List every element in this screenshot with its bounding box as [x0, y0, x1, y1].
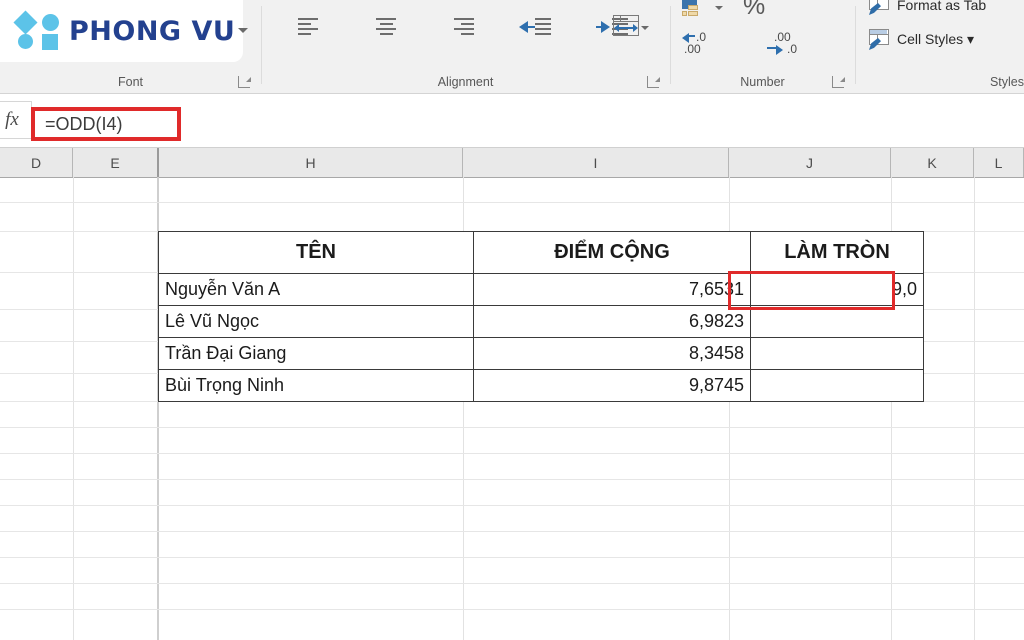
table-row: Nguyễn Văn A 7,6531 9,0 — [158, 273, 924, 306]
font-dialog-launcher-icon[interactable] — [238, 76, 251, 88]
gridline-horizontal — [0, 557, 1024, 558]
fx-label: fx — [5, 109, 19, 130]
cell-ten[interactable]: Bùi Trọng Ninh — [158, 369, 474, 402]
phong-vu-logo-mark-icon — [13, 10, 61, 51]
cell-ten[interactable]: Lê Vũ Ngọc — [158, 305, 474, 338]
group-label-alignment: Alignment — [437, 75, 494, 89]
gridline-horizontal — [0, 453, 1024, 454]
table-header-ten[interactable]: TÊN — [158, 231, 474, 274]
format-as-table-icon — [867, 0, 891, 15]
merge-and-center-icon[interactable] — [613, 15, 639, 36]
gridline-horizontal — [0, 202, 1024, 203]
decrease-indent-icon[interactable] — [519, 16, 553, 38]
insert-function-button[interactable]: fx — [0, 101, 32, 139]
align-right-icon[interactable] — [451, 16, 477, 38]
gridline-horizontal — [0, 479, 1024, 480]
column-header-h[interactable]: H — [159, 148, 463, 177]
number-dialog-launcher-icon[interactable] — [832, 76, 845, 88]
ribbon-group-number: % ’ .0 .00 .00 .0 Number — [670, 0, 855, 93]
phong-vu-logo: PHONG VU — [0, 0, 243, 62]
cell-lam-tron[interactable] — [750, 369, 924, 402]
cell-diem-cong[interactable]: 7,6531 — [473, 273, 751, 306]
table-header-lam-tron[interactable]: LÀM TRÒN — [750, 231, 924, 274]
cell-lam-tron[interactable]: 9,0 — [750, 273, 924, 306]
gridline-horizontal — [0, 505, 1024, 506]
table-row: Trần Đại Giang 8,3458 — [158, 337, 924, 370]
ribbon-group-styles: Format as Tab Cell Styles ▾ Styles — [855, 0, 1024, 93]
data-table: TÊN ĐIỂM CỘNG LÀM TRÒN Nguyễn Văn A 7,65… — [158, 231, 924, 402]
align-left-icon[interactable] — [295, 16, 321, 38]
align-center-icon[interactable] — [373, 16, 399, 38]
table-row: Lê Vũ Ngọc 6,9823 — [158, 305, 924, 338]
excel-window: Font Alignment % ’ .0 .00 .00 .0 Number … — [0, 0, 1024, 640]
group-label-number: Number — [740, 75, 785, 89]
group-label-styles: Styles — [989, 75, 1024, 89]
format-as-table-button[interactable]: Format as Tab — [867, 0, 986, 15]
gridline-horizontal — [0, 583, 1024, 584]
ribbon: Font Alignment % ’ .0 .00 .00 .0 Number … — [0, 0, 1024, 94]
format-as-table-label: Format as Tab — [897, 0, 987, 13]
percent-style-icon[interactable]: % — [743, 0, 765, 21]
merge-arrow-icon — [614, 24, 638, 32]
formula-input[interactable]: =ODD(I4) — [45, 114, 123, 135]
cell-styles-icon — [867, 29, 891, 50]
gridline-vertical — [73, 177, 74, 640]
number-format-icon[interactable] — [682, 0, 708, 18]
cell-lam-tron[interactable] — [750, 305, 924, 338]
number-format-dropdown-caret-icon[interactable] — [715, 6, 723, 10]
cell-diem-cong[interactable]: 6,9823 — [473, 305, 751, 338]
gridline-horizontal — [0, 427, 1024, 428]
table-row: Bùi Trọng Ninh 9,8745 — [158, 369, 924, 402]
alignment-dialog-launcher-icon[interactable] — [647, 76, 660, 88]
cell-lam-tron[interactable] — [750, 337, 924, 370]
column-headers: D E H I J K L — [0, 148, 1024, 178]
gridline-vertical — [974, 177, 975, 640]
phong-vu-logo-text: PHONG VU — [69, 15, 236, 47]
cell-ten[interactable]: Trần Đại Giang — [158, 337, 474, 370]
cell-diem-cong[interactable]: 8,3458 — [473, 337, 751, 370]
column-header-j[interactable]: J — [729, 148, 891, 177]
merge-dropdown-caret-icon[interactable] — [641, 26, 649, 30]
gridline-horizontal — [0, 531, 1024, 532]
ribbon-expand-caret-icon[interactable] — [238, 28, 248, 33]
cell-styles-label: Cell Styles ▾ — [897, 31, 975, 47]
comma-style-icon[interactable]: ’ — [808, 0, 818, 18]
cell-ten[interactable]: Nguyễn Văn A — [158, 273, 474, 306]
decrease-decimal-icon[interactable]: .0 .00 — [682, 30, 720, 58]
spreadsheet-grid: D E H I J K L TÊN ĐIỂM CỘNG LÀM TRÒN Ngu… — [0, 148, 1024, 640]
column-header-k[interactable]: K — [891, 148, 974, 177]
increase-decimal-bottom-label: .0 — [787, 42, 798, 56]
column-header-e[interactable]: E — [73, 148, 159, 177]
table-header-row: TÊN ĐIỂM CỘNG LÀM TRÒN — [158, 231, 924, 274]
decrease-decimal-bottom-label: .00 — [684, 42, 701, 56]
column-header-d[interactable]: D — [0, 148, 73, 177]
group-label-font: Font — [117, 75, 143, 89]
column-header-i[interactable]: I — [463, 148, 729, 177]
cell-diem-cong[interactable]: 9,8745 — [473, 369, 751, 402]
cell-styles-button[interactable]: Cell Styles ▾ — [867, 29, 974, 50]
ribbon-group-alignment: Alignment — [261, 0, 670, 93]
gridline-horizontal — [0, 609, 1024, 610]
table-header-diem-cong[interactable]: ĐIỂM CỘNG — [473, 231, 751, 274]
increase-decimal-icon[interactable]: .00 .0 — [762, 30, 800, 58]
column-header-l[interactable]: L — [974, 148, 1024, 177]
